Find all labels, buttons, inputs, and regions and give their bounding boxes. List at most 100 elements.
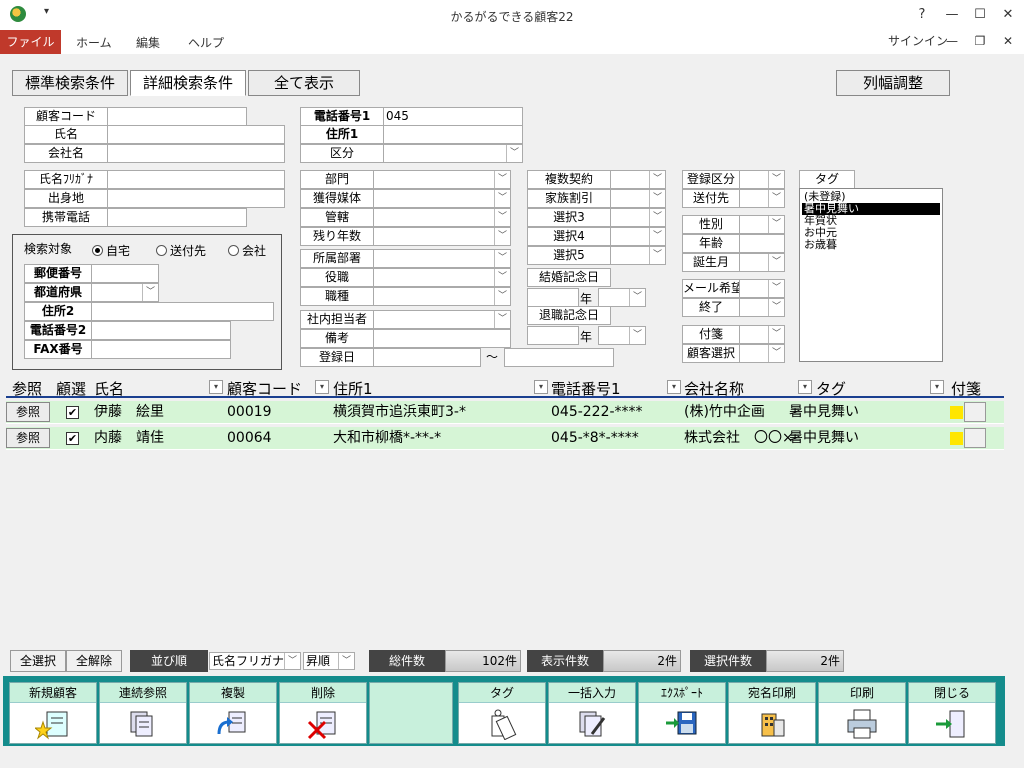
menu-edit[interactable]: 編集 [136, 34, 160, 51]
col-company[interactable]: 会社名称 [684, 378, 744, 399]
staff-select[interactable]: ﹀ [373, 310, 511, 329]
birthplace-input[interactable] [107, 189, 285, 208]
row-checkbox[interactable]: ✔ [66, 432, 79, 445]
chevron-down-icon[interactable]: ▾ [209, 380, 223, 394]
sticky-note-button[interactable] [964, 428, 986, 448]
jurisdiction-select[interactable]: ﹀ [373, 208, 511, 227]
reg-date-from-input[interactable] [373, 348, 481, 367]
chevron-down-icon[interactable]: ﹀ [338, 653, 354, 669]
col-tag[interactable]: タグ [816, 378, 846, 399]
address-print-button[interactable]: 宛名印刷 [728, 682, 816, 744]
years-left-select[interactable]: ﹀ [373, 227, 511, 246]
chevron-down-icon[interactable]: ﹀ [494, 228, 510, 245]
select5-select[interactable]: ﹀ [610, 246, 666, 265]
name-input[interactable] [107, 125, 285, 144]
chevron-down-icon[interactable]: ﹀ [629, 327, 645, 344]
chevron-down-icon[interactable]: ﹀ [649, 209, 665, 226]
radio-company[interactable]: 会社 [228, 242, 266, 259]
select3-select[interactable]: ﹀ [610, 208, 666, 227]
ribbon-restore-icon[interactable]: ❐ [972, 34, 988, 50]
chevron-down-icon[interactable]: ﹀ [494, 269, 510, 286]
department-select[interactable]: ﹀ [373, 170, 511, 189]
sort-key-select[interactable]: 氏名フリガナ ﹀ [209, 652, 301, 670]
bulk-input-button[interactable]: 一括入力 [548, 682, 636, 744]
mail-wish-select[interactable]: ﹀ [739, 279, 785, 298]
radio-company-indicator[interactable] [228, 245, 239, 256]
wedding-year-input[interactable] [527, 288, 579, 307]
tag-listbox[interactable]: (未登録) 暑中見舞い 年賀状 お中元 お歳暮 [799, 188, 943, 362]
close-button[interactable]: ✕ [998, 6, 1018, 24]
select4-select[interactable]: ﹀ [610, 227, 666, 246]
chevron-down-icon[interactable]: ▾ [930, 380, 944, 394]
fax-input[interactable] [91, 340, 231, 359]
print-button[interactable]: 印刷 [818, 682, 906, 744]
row-checkbox[interactable]: ✔ [66, 406, 79, 419]
row-ref-button[interactable]: 参照 [6, 428, 50, 448]
col-address1[interactable]: 住所1 [333, 378, 373, 399]
chevron-down-icon[interactable]: ﹀ [629, 289, 645, 306]
chevron-down-icon[interactable]: ﹀ [284, 653, 300, 669]
new-customer-button[interactable]: 新規顧客 [9, 682, 97, 744]
chevron-down-icon[interactable]: ﹀ [494, 190, 510, 207]
chevron-down-icon[interactable]: ▾ [667, 380, 681, 394]
chevron-down-icon[interactable]: ﹀ [142, 284, 158, 301]
chevron-down-icon[interactable]: ﹀ [768, 280, 784, 297]
category-select[interactable]: ﹀ [383, 144, 523, 163]
delete-button[interactable]: 削除 [279, 682, 367, 744]
deselect-all-button[interactable]: 全解除 [66, 650, 122, 672]
birth-month-select[interactable]: ﹀ [739, 253, 785, 272]
chevron-down-icon[interactable]: ﹀ [649, 190, 665, 207]
minimize-button[interactable]: — [942, 6, 962, 24]
wedding-month-select[interactable]: ﹀ [598, 288, 646, 307]
row-ref-button[interactable]: 参照 [6, 402, 50, 422]
address2-input[interactable] [91, 302, 274, 321]
customer-code-input[interactable] [107, 107, 247, 126]
chevron-down-icon[interactable]: ﹀ [768, 171, 784, 188]
chevron-down-icon[interactable]: ﹀ [494, 288, 510, 305]
media-select[interactable]: ﹀ [373, 189, 511, 208]
company-input[interactable] [107, 144, 285, 163]
chevron-down-icon[interactable]: ﹀ [768, 216, 784, 233]
radio-destination[interactable]: 送付先 [156, 242, 206, 259]
close-app-button[interactable]: 閉じる [908, 682, 996, 744]
chevron-down-icon[interactable]: ▾ [534, 380, 548, 394]
send-to-select[interactable]: ﹀ [739, 189, 785, 208]
col-name[interactable]: 氏名 [94, 378, 124, 399]
chevron-down-icon[interactable]: ﹀ [768, 326, 784, 343]
help-button[interactable]: ? [912, 6, 932, 24]
chevron-down-icon[interactable]: ﹀ [649, 247, 665, 264]
duplicate-button[interactable]: 複製 [189, 682, 277, 744]
chevron-down-icon[interactable]: ﹀ [494, 171, 510, 188]
multi-contract-select[interactable]: ﹀ [610, 170, 666, 189]
col-code[interactable]: 顧客コード [227, 378, 302, 399]
name-kana-input[interactable] [107, 170, 285, 189]
show-all-button[interactable]: 全て表示 [248, 70, 360, 96]
sort-direction-select[interactable]: 昇順 ﹀ [303, 652, 355, 670]
continuous-view-button[interactable]: 連続参照 [99, 682, 187, 744]
prefecture-select[interactable]: ﹀ [91, 283, 159, 302]
chevron-down-icon[interactable]: ﹀ [649, 171, 665, 188]
affiliation-select[interactable]: ﹀ [373, 249, 511, 268]
ribbon-minimize-icon[interactable]: — [944, 34, 960, 50]
retire-month-select[interactable]: ﹀ [598, 326, 646, 345]
chevron-down-icon[interactable]: ﹀ [768, 190, 784, 207]
radio-destination-indicator[interactable] [156, 245, 167, 256]
tel1-input[interactable]: 045 [383, 107, 523, 126]
chevron-down-icon[interactable]: ﹀ [494, 250, 510, 267]
col-tel1[interactable]: 電話番号1 [551, 378, 621, 399]
ribbon-close-icon[interactable]: ✕ [1000, 34, 1016, 50]
chevron-down-icon[interactable]: ▾ [798, 380, 812, 394]
menu-file[interactable]: ファイル [0, 30, 61, 54]
chevron-down-icon[interactable]: ﹀ [768, 299, 784, 316]
select-all-button[interactable]: 全選択 [10, 650, 66, 672]
menu-help[interactable]: ヘルプ [188, 34, 224, 51]
gender-select[interactable]: ﹀ [739, 215, 785, 234]
retire-year-input[interactable] [527, 326, 579, 345]
chevron-down-icon[interactable]: ▾ [315, 380, 329, 394]
job-select[interactable]: ﹀ [373, 287, 511, 306]
tel2-input[interactable] [91, 321, 231, 340]
tab-basic-search[interactable]: 標準検索条件 [12, 70, 128, 96]
chevron-down-icon[interactable]: ﹀ [494, 311, 510, 328]
address1-input[interactable] [383, 125, 523, 144]
tag-button[interactable]: タグ [458, 682, 546, 744]
